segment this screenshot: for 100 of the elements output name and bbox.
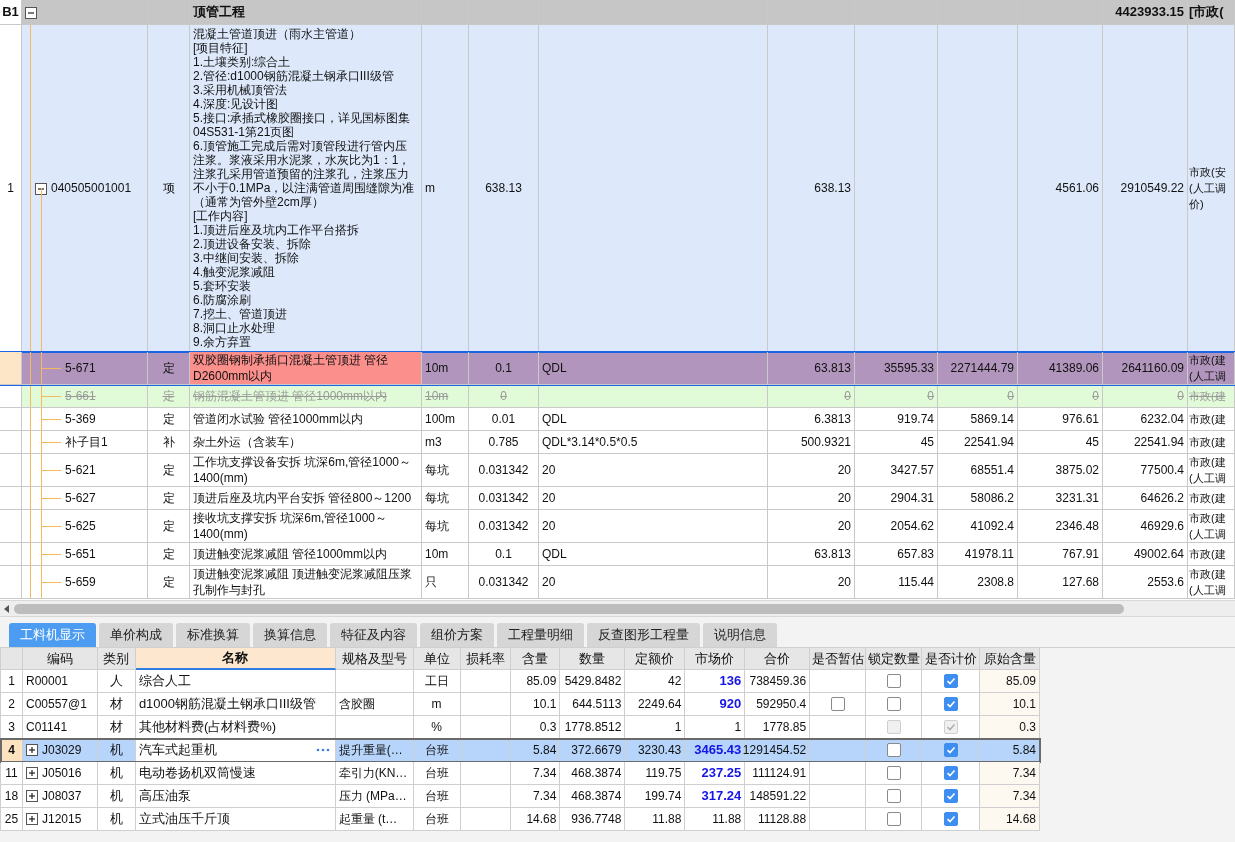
- price-cell: 767.91: [1062, 546, 1099, 562]
- table-row[interactable]: 4 J03029 机 汽车式起重机 提升重量(… 台班 5.84 372.6679 3230.43 3465.431291454.52 5.84: [1, 739, 1040, 762]
- quantity-cell: 20: [837, 490, 851, 506]
- expression-cell: 0.785: [488, 434, 519, 450]
- checkbox[interactable]: [886, 743, 901, 757]
- resource-name: 汽车式起重机: [138, 741, 217, 760]
- resource-code: R00001: [26, 673, 69, 690]
- resource-name: 其他材料费(占材料费%): [138, 718, 277, 737]
- resource-code: C00557@1: [26, 696, 87, 713]
- total-cell-text: 1778.85: [762, 719, 807, 736]
- table-row[interactable]: 5-651 定 顶进触变泥浆减阻 管径1000mm以内 10m 0.1 QDL 63.813 657.83 41978.11 767.91 49002.64 市政(建: [0, 543, 1235, 566]
- total-cell-text: 738459.36: [749, 673, 807, 690]
- checkbox[interactable]: [943, 789, 958, 803]
- content-cell-text: 85.09: [526, 673, 557, 690]
- category-cell-text: 市政(建: [1189, 547, 1226, 562]
- content-cell-text: 0.3: [539, 719, 557, 736]
- more-icon: [315, 748, 330, 752]
- table-row[interactable]: 1 R00001 人 综合人工 工日 85.09 5429.8482 42 136 738459.36 85.09: [1, 670, 1040, 693]
- expand-icon[interactable]: [26, 767, 38, 779]
- total-cell: 46929.6: [1140, 518, 1184, 534]
- table-row[interactable]: 5-627 定 顶进后座及坑内平台安拆 管径800～1200 每坑 0.031342 20 20 2904.31 58086.2 3231.31 64626.2 市政(建: [0, 487, 1235, 510]
- tab[interactable]: 工程量明细: [497, 623, 584, 647]
- category-cell: [市政(: [1189, 4, 1224, 20]
- resource-code: C01141: [26, 719, 68, 736]
- description-line: 4.触变泥浆减阻: [193, 265, 275, 279]
- unit-cell: m: [425, 180, 435, 196]
- table-row[interactable]: 11 J05016 机 电动卷扬机双筒慢速 牵引力(KN… 台班 7.34 468.3874 119.75 237.25 111124.91 7.34: [1, 762, 1040, 785]
- price-cell: 2904.31: [890, 490, 934, 506]
- checkbox[interactable]: [886, 766, 901, 780]
- table-row[interactable]: B1 顶管工程 4423933.15 [市政(: [0, 0, 1235, 25]
- table-row[interactable]: 18 J08037 机 高压油泵 压力 (MPa… 台班 7.34 468.3874 199.74 317.24 148591.22 7.34: [1, 785, 1040, 808]
- checkbox[interactable]: [943, 812, 958, 826]
- table-row[interactable]: 25 J12015 机 立式油压千斤顶 起重量 (t… 台班 14.68 936.7748 11.88 11.88 11128.88 14.68: [1, 808, 1040, 831]
- row-header[interactable]: 18: [1, 785, 23, 808]
- item-type: 定: [162, 411, 175, 427]
- expand-icon[interactable]: [26, 790, 38, 802]
- expression-cell: 0.031342: [478, 574, 529, 590]
- row-header[interactable]: 2: [1, 693, 23, 716]
- column-header[interactable]: 名称: [135, 648, 336, 670]
- checkbox[interactable]: [886, 789, 901, 803]
- quantity-cell-text: 372.6679: [571, 742, 622, 759]
- tab[interactable]: 单价构成: [99, 623, 173, 647]
- row-header[interactable]: 4: [1, 739, 23, 762]
- category-cell-text: 机: [109, 787, 123, 806]
- left-arrow-icon[interactable]: [4, 604, 10, 613]
- table-row[interactable]: 2 C00557@1 材 d1000钢筋混凝土钢承口III级管 含胶圈 m 10.1 644.5113 2249.64 920 592950.4 10.1: [1, 693, 1040, 716]
- unit-cell-text: %: [431, 719, 442, 736]
- row-header[interactable]: 1: [0, 25, 22, 352]
- table-row[interactable]: [0, 25, 1235, 352]
- item-code: 5-625: [65, 518, 96, 534]
- item-type: 定: [162, 462, 175, 478]
- checkbox[interactable]: [943, 697, 958, 711]
- unit-cell-text: m: [431, 696, 442, 713]
- collapse-icon[interactable]: [35, 183, 47, 195]
- item-name: 管道闭水试验 管径1000mm以内: [193, 411, 364, 427]
- expand-icon[interactable]: [25, 744, 38, 756]
- table-row[interactable]: 5-369 定 管道闭水试验 管径1000mm以内 100m 0.01 QDL 6.3813 919.74 5869.14 976.61 6232.04 市政(建: [0, 408, 1235, 431]
- checkbox[interactable]: [886, 674, 901, 688]
- checkbox[interactable]: [943, 766, 958, 780]
- total-cell: 4423933.15: [1115, 4, 1184, 20]
- total-cell: 2910549.22: [1120, 180, 1184, 196]
- tab[interactable]: 标准换算: [176, 623, 250, 647]
- name-cell[interactable]: 立式油压千斤顶: [135, 808, 336, 831]
- row-header[interactable]: 1: [1, 670, 23, 693]
- category-cell-text: 市政(建: [1189, 389, 1226, 404]
- row-header[interactable]: 11: [1, 762, 23, 785]
- row-header[interactable]: 25: [1, 808, 23, 831]
- checkbox[interactable]: [886, 697, 901, 711]
- scrollbar[interactable]: [0, 600, 1235, 617]
- category-cell-text: 市政(建(人工调: [1189, 567, 1227, 598]
- row-header[interactable]: B1: [0, 0, 22, 25]
- price-cell: 115.44: [898, 574, 934, 590]
- category-cell-text: 材: [109, 718, 123, 737]
- scrollbar-thumb[interactable]: [14, 603, 1124, 614]
- expand-icon[interactable]: [26, 813, 38, 825]
- description-line: 2.管径:d1000钢筋混凝土钢承口III级管: [193, 69, 394, 83]
- table-row[interactable]: 补子目1 补 杂土外运（含装车） m3 0.785 QDL*3.14*0.5*0.5 500.9321 45 22541.94 45 22541.94 市政(建: [0, 431, 1235, 454]
- row-header[interactable]: [0, 385, 22, 408]
- tab[interactable]: 组价方案: [420, 623, 494, 647]
- quantity-cell: 63.813: [814, 360, 851, 376]
- tab[interactable]: 特征及内容: [330, 623, 417, 647]
- item-code: 5-627: [65, 490, 96, 506]
- base-price-cell-text: 199.74: [644, 788, 682, 805]
- collapse-icon[interactable]: [25, 7, 37, 19]
- checkbox[interactable]: [943, 674, 958, 688]
- item-type: 定: [162, 546, 175, 562]
- total-cell: 49002.64: [1133, 546, 1184, 562]
- item-code: 5-621: [65, 462, 96, 478]
- category-cell-text: 市政(建(人工调: [1189, 455, 1227, 486]
- total-cell: 77500.4: [1140, 462, 1184, 478]
- checkbox[interactable]: [943, 743, 958, 757]
- tab[interactable]: 换算信息: [253, 623, 327, 647]
- total-cell: 22541.94: [1133, 434, 1184, 450]
- tab[interactable]: 反查图形工程量: [587, 623, 700, 647]
- tab[interactable]: 说明信息: [703, 623, 777, 647]
- checkbox[interactable]: [830, 697, 845, 711]
- name-cell[interactable]: 汽车式起重机: [135, 739, 336, 762]
- item-name[interactable]: 双胶圈钢制承插口混凝土管顶进 管径D2600mm以内: [190, 352, 422, 385]
- total-cell-text: 148591.22: [749, 788, 807, 805]
- checkbox[interactable]: [886, 812, 901, 826]
